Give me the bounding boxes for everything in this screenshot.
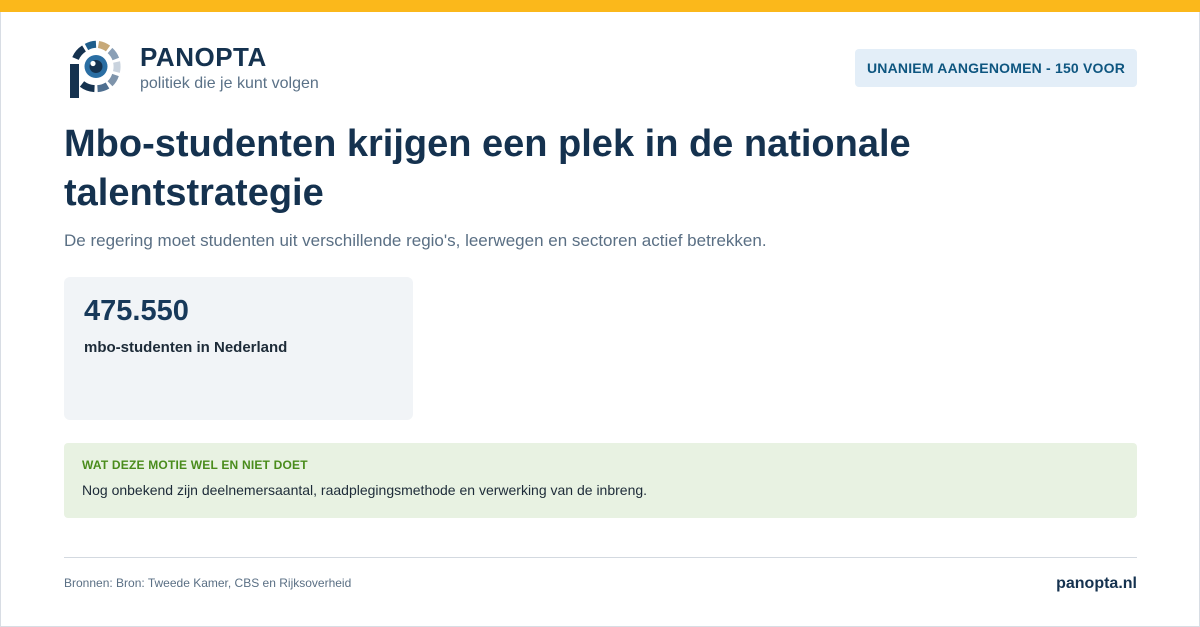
page-subtitle: De regering moet studenten uit verschill… bbox=[64, 231, 767, 250]
footer-divider bbox=[64, 557, 1137, 558]
accent-bar bbox=[0, 0, 1200, 12]
info-text: Nog onbekend zijn deelnemersaantal, raad… bbox=[82, 482, 648, 498]
motion-info-box: WAT DEZE MOTIE WEL EN NIET DOET Nog onbe… bbox=[64, 443, 1137, 518]
site-link[interactable]: panopta.nl bbox=[1056, 575, 1137, 593]
stat-card: 475.550 mbo-studenten in Nederland bbox=[64, 277, 413, 420]
panopta-eye-logo-icon bbox=[66, 40, 122, 100]
brand-name: PANOPTA bbox=[140, 42, 267, 72]
stat-label: mbo-studenten in Nederland bbox=[84, 339, 288, 356]
stat-value: 475.550 bbox=[84, 295, 189, 327]
status-badge: UNANIEM AANGENOMEN - 150 VOOR bbox=[855, 49, 1137, 87]
brand-tagline: politiek die je kunt volgen bbox=[140, 75, 319, 92]
page-title: Mbo-studenten krijgen een plek in de nat… bbox=[64, 123, 911, 214]
info-heading: WAT DEZE MOTIE WEL EN NIET DOET bbox=[82, 458, 308, 472]
sources-text: Bronnen: Bron: Tweede Kamer, CBS en Rijk… bbox=[64, 576, 352, 590]
